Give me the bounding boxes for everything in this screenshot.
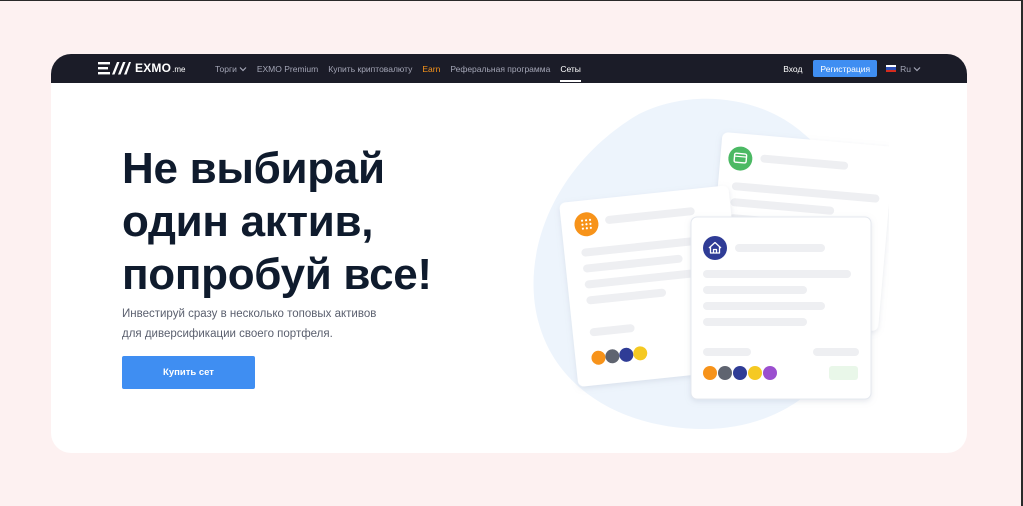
asset-card-home xyxy=(690,216,872,400)
brand-domain-suffix: .me xyxy=(172,65,186,74)
description-line: Инвестируй сразу в несколько топовых акт… xyxy=(122,308,377,320)
description-line: для диверсификации своего портфеля. xyxy=(122,328,333,340)
nav-link-earn[interactable]: Earn xyxy=(422,54,440,83)
language-label: Ru xyxy=(900,63,911,74)
login-link[interactable]: Вход xyxy=(783,64,802,74)
chevron-down-icon xyxy=(239,66,247,71)
nav-link-sets[interactable]: Сеты xyxy=(560,54,581,83)
hero-description: Инвестируй сразу в несколько топовых акт… xyxy=(122,304,422,344)
nav-link-label: Сеты xyxy=(560,63,581,74)
hero-card: EXMO .me Торги EXMO Premium Купить крипт… xyxy=(51,54,967,453)
coin-row xyxy=(703,366,777,380)
nav-link-label: Купить криптовалюту xyxy=(328,63,413,74)
headline-line: Не выбирай xyxy=(122,144,385,193)
headline-line: попробуй все! xyxy=(122,250,432,299)
nav-link-trading[interactable]: Торги xyxy=(215,54,247,83)
language-selector[interactable]: Ru xyxy=(886,64,921,74)
nav-link-label: Реферальная программа xyxy=(450,63,551,74)
portfolio-cards-illustration xyxy=(533,98,889,430)
exmo-logo-mark-icon xyxy=(98,62,131,75)
home-icon xyxy=(703,236,727,260)
chevron-down-icon xyxy=(913,66,921,71)
top-navigation: EXMO .me Торги EXMO Premium Купить крипт… xyxy=(51,54,967,83)
russia-flag-icon xyxy=(886,65,897,72)
nav-link-label: Earn xyxy=(422,63,441,74)
brand-name: EXMO xyxy=(135,61,172,75)
window-frame-top xyxy=(0,0,1023,1)
nav-link-buy-crypto[interactable]: Купить криптовалюту xyxy=(328,54,412,83)
nav-link-referral[interactable]: Реферальная программа xyxy=(450,54,550,83)
nav-link-exmo-premium[interactable]: EXMO Premium xyxy=(257,54,318,83)
register-button[interactable]: Регистрация xyxy=(813,60,878,77)
nav-links: Торги EXMO Premium Купить криптовалюту E… xyxy=(215,54,591,83)
headline-line: один актив, xyxy=(122,197,374,246)
nav-link-label: EXMO Premium xyxy=(256,63,319,74)
exmo-logo[interactable]: EXMO .me xyxy=(98,60,185,76)
nav-account-area: Вход Регистрация Ru xyxy=(783,54,921,83)
hero-headline: Не выбирай один актив, попробуй все! xyxy=(122,142,482,301)
buy-set-button[interactable]: Купить сет xyxy=(122,356,255,389)
nav-link-label: Торги xyxy=(215,63,237,74)
